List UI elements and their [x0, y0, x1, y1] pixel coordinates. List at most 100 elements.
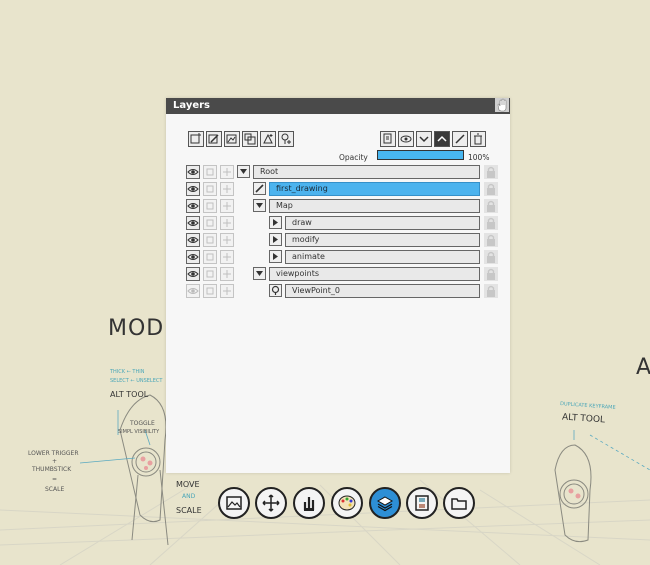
layer-expander[interactable]: [237, 165, 250, 178]
layer-move-toggle[interactable]: [220, 199, 234, 213]
move-cross-icon: [223, 168, 231, 176]
layer-row[interactable]: Root: [166, 164, 510, 180]
lock-icon: [487, 217, 495, 229]
layer-lock-toggle[interactable]: [484, 284, 498, 298]
layer-expander[interactable]: [253, 182, 266, 195]
expand-down-icon: [256, 271, 263, 276]
copy-icon: [206, 202, 214, 210]
layer-name[interactable]: viewpoints: [269, 267, 480, 281]
rename-button[interactable]: [452, 131, 468, 147]
layer-copy-toggle[interactable]: [203, 284, 217, 298]
layer-row[interactable]: ViewPoint_0: [166, 283, 510, 299]
layer-lock-toggle[interactable]: [484, 233, 498, 247]
move-down-button[interactable]: [416, 131, 432, 147]
layer-name[interactable]: ViewPoint_0: [285, 284, 480, 298]
rename-icon: [455, 134, 465, 144]
hint-note-4: =: [52, 476, 58, 483]
expand-right-icon: [273, 253, 278, 260]
add-light-button[interactable]: [260, 131, 276, 147]
copy-icon: [206, 270, 214, 278]
layer-row[interactable]: Map: [166, 198, 510, 214]
pin-icon: [271, 285, 280, 295]
layer-expander[interactable]: [253, 267, 266, 280]
move-up-button[interactable]: [434, 131, 450, 147]
layer-row[interactable]: modify: [166, 232, 510, 248]
layer-visibility-toggle[interactable]: [186, 199, 200, 213]
grab-hand-icon[interactable]: [495, 98, 509, 112]
layer-visibility-toggle[interactable]: [186, 233, 200, 247]
move-icon: [262, 494, 280, 512]
layer-copy-toggle[interactable]: [203, 182, 217, 196]
layer-copy-toggle[interactable]: [203, 216, 217, 230]
move-cross-icon: [223, 236, 231, 244]
layer-lock-toggle[interactable]: [484, 250, 498, 264]
layer-move-toggle[interactable]: [220, 233, 234, 247]
layer-move-toggle[interactable]: [220, 182, 234, 196]
layer-move-toggle[interactable]: [220, 284, 234, 298]
layer-move-toggle[interactable]: [220, 267, 234, 281]
layer-lock-toggle[interactable]: [484, 267, 498, 281]
expand-down-icon: [240, 169, 247, 174]
copy-icon: [206, 219, 214, 227]
layer-copy-toggle[interactable]: [203, 199, 217, 213]
layers-button[interactable]: [369, 487, 401, 519]
eye-icon: [187, 220, 199, 226]
delete-button[interactable]: [470, 131, 486, 147]
add-viewpoint-button[interactable]: [278, 131, 294, 147]
layer-name[interactable]: Map: [269, 199, 480, 213]
hint-note-3: THUMBSTICK: [32, 466, 72, 473]
layer-move-toggle[interactable]: [220, 216, 234, 230]
layers-icon: [376, 496, 394, 512]
layer-row[interactable]: viewpoints: [166, 266, 510, 282]
layer-lock-toggle[interactable]: [484, 199, 498, 213]
layer-expander[interactable]: [269, 233, 282, 246]
add-viewpoint-icon: [281, 133, 291, 144]
layer-visibility-toggle[interactable]: [186, 165, 200, 179]
layer-name[interactable]: Root: [253, 165, 480, 179]
layer-name[interactable]: draw: [285, 216, 480, 230]
layer-lock-toggle[interactable]: [484, 165, 498, 179]
layer-copy-toggle[interactable]: [203, 250, 217, 264]
new-group-button[interactable]: [224, 131, 240, 147]
new-layer-button[interactable]: [188, 131, 204, 147]
new-drawing-button[interactable]: [206, 131, 222, 147]
film-button[interactable]: [406, 487, 438, 519]
panel-titlebar[interactable]: Layers: [166, 98, 510, 114]
layer-row[interactable]: draw: [166, 215, 510, 231]
layer-lock-toggle[interactable]: [484, 216, 498, 230]
layer-visibility-toggle[interactable]: [186, 284, 200, 298]
brushes-button[interactable]: [293, 487, 325, 519]
visibility-button[interactable]: [398, 131, 414, 147]
layer-lock-toggle[interactable]: [484, 182, 498, 196]
layer-copy-toggle[interactable]: [203, 233, 217, 247]
move-cross-icon: [223, 202, 231, 210]
folder-button[interactable]: [443, 487, 475, 519]
layer-name[interactable]: first_drawing: [269, 182, 480, 196]
gallery-button[interactable]: [218, 487, 250, 519]
layer-move-toggle[interactable]: [220, 250, 234, 264]
layer-copy-toggle[interactable]: [203, 165, 217, 179]
layer-expander[interactable]: [269, 250, 282, 263]
layer-visibility-toggle[interactable]: [186, 216, 200, 230]
layer-row[interactable]: animate: [166, 249, 510, 265]
layer-move-toggle[interactable]: [220, 165, 234, 179]
layer-expander[interactable]: [269, 216, 282, 229]
layer-row[interactable]: first_drawing: [166, 181, 510, 197]
opacity-slider[interactable]: [377, 150, 464, 160]
move-cross-icon: [223, 270, 231, 278]
layer-visibility-toggle[interactable]: [186, 267, 200, 281]
layer-expander[interactable]: [253, 199, 266, 212]
layer-copy-toggle[interactable]: [203, 267, 217, 281]
palette-button[interactable]: [331, 487, 363, 519]
layer-name[interactable]: animate: [285, 250, 480, 264]
layer-expander[interactable]: [269, 284, 282, 297]
alt-tool-left: ALT TOOL: [110, 390, 149, 399]
brushes-icon: [303, 497, 315, 511]
layer-name[interactable]: modify: [285, 233, 480, 247]
layer-visibility-toggle[interactable]: [186, 182, 200, 196]
move-tool-button[interactable]: [255, 487, 287, 519]
eye-icon: [187, 271, 199, 277]
layer-visibility-toggle[interactable]: [186, 250, 200, 264]
duplicate-button[interactable]: [242, 131, 258, 147]
copy-layer-button[interactable]: [380, 131, 396, 147]
